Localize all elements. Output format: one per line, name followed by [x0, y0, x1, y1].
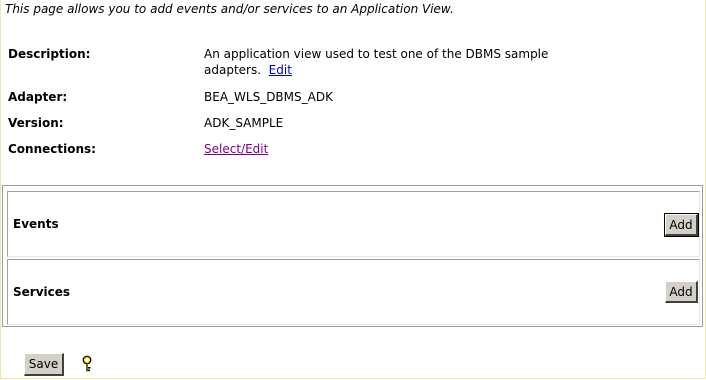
- adapter-label: Adapter:: [8, 90, 68, 104]
- help-key-icon-graphic: [82, 355, 92, 372]
- connections-select-edit-link[interactable]: Select/Edit: [204, 142, 268, 156]
- save-button[interactable]: Save: [24, 353, 64, 376]
- events-title: Events: [13, 217, 59, 231]
- add-service-button[interactable]: Add: [665, 281, 698, 303]
- add-event-button[interactable]: Add: [664, 213, 699, 237]
- description-value: An application view used to test one of …: [204, 46, 604, 78]
- connections-label: Connections:: [8, 142, 96, 156]
- version-value: ADK_SAMPLE: [204, 116, 284, 130]
- help-key-icon[interactable]: [80, 355, 94, 373]
- services-panel: Services Add: [7, 259, 700, 325]
- intro-text: This page allows you to add events and/o…: [5, 2, 454, 16]
- events-panel: Events Add: [7, 191, 700, 257]
- connections-value: Select/Edit: [204, 142, 268, 156]
- version-label: Version:: [8, 116, 64, 130]
- adapter-value: BEA_WLS_DBMS_ADK: [204, 90, 333, 104]
- description-label: Description:: [8, 47, 91, 61]
- services-title: Services: [13, 285, 71, 299]
- edit-description-link[interactable]: Edit: [269, 63, 292, 77]
- events-services-container: Events Add Services Add: [2, 185, 703, 327]
- description-text: An application view used to test one of …: [204, 47, 549, 77]
